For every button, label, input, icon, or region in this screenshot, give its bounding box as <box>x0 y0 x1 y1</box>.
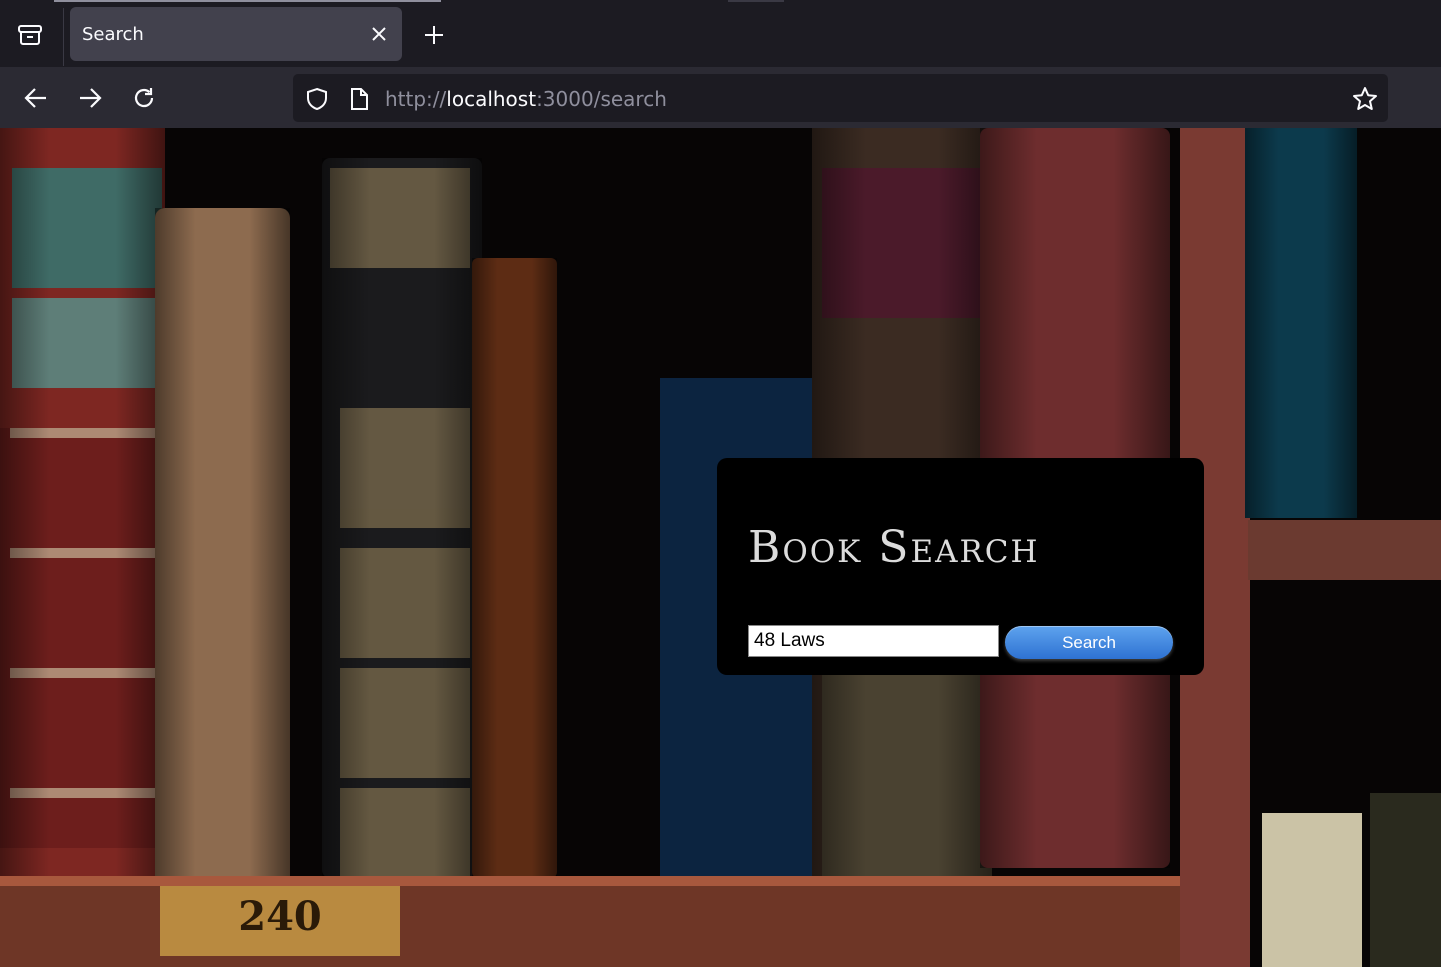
tab-title: Search <box>82 24 144 45</box>
tab-divider <box>63 8 64 66</box>
tab-accent-line <box>54 0 441 2</box>
shelf-label: 240 <box>238 893 322 940</box>
search-button[interactable]: Search <box>1005 626 1173 659</box>
page-icon[interactable] <box>347 87 371 111</box>
reload-icon[interactable] <box>127 81 161 115</box>
tab-overview-icon[interactable] <box>12 18 48 52</box>
search-card: Book Search Search <box>717 458 1204 675</box>
back-arrow-icon[interactable] <box>19 81 53 115</box>
page-content: 240 Book Search Search <box>0 128 1441 967</box>
tab-search[interactable]: Search <box>70 7 402 61</box>
star-icon[interactable] <box>1352 86 1378 112</box>
shield-icon[interactable] <box>305 87 329 111</box>
page-title: Book Search <box>748 522 1040 573</box>
url-bar[interactable]: http://localhost:3000/search <box>293 74 1388 122</box>
url-path: :3000/search <box>536 87 667 111</box>
navigation-bar: http://localhost:3000/search <box>0 67 1441 128</box>
close-icon[interactable] <box>366 21 392 47</box>
url-scheme: http:// <box>385 87 447 111</box>
forward-arrow-icon[interactable] <box>73 81 107 115</box>
drag-handle[interactable] <box>728 0 784 2</box>
plus-icon[interactable] <box>419 20 449 50</box>
url-text[interactable]: http://localhost:3000/search <box>385 87 667 111</box>
url-host: localhost <box>446 87 537 111</box>
search-input[interactable] <box>748 625 999 657</box>
tab-bar: Search <box>0 0 1441 67</box>
